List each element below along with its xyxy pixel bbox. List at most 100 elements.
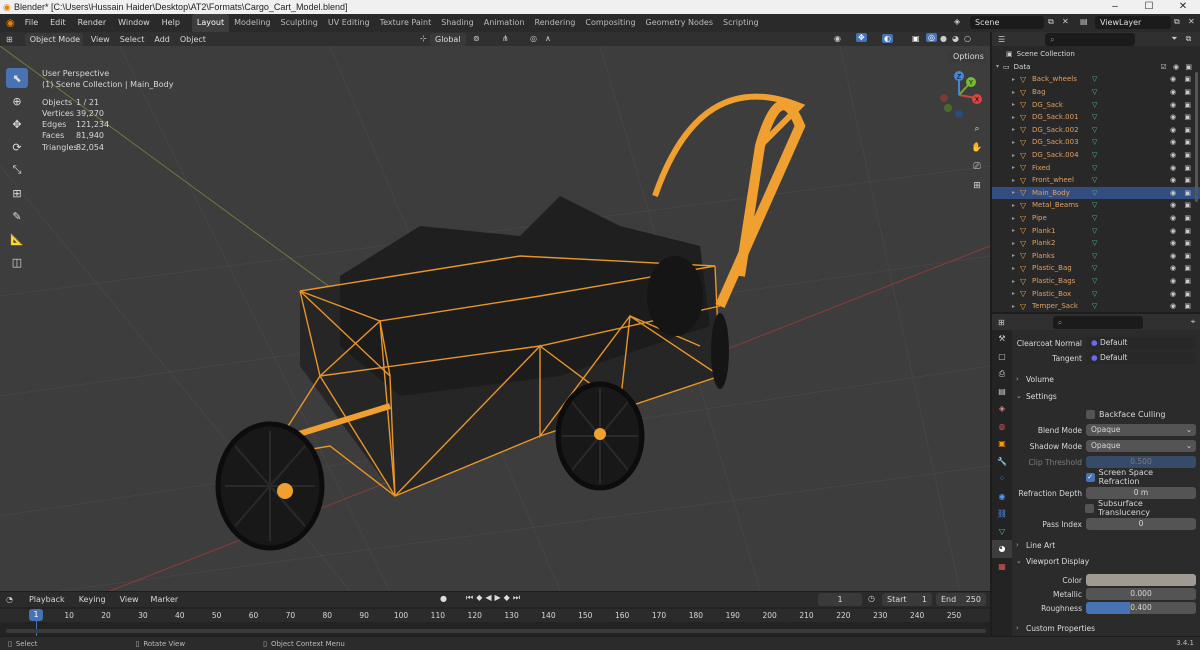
viewport-options-button[interactable]: Options bbox=[948, 50, 986, 63]
pivot-point-icon[interactable]: ⊚ bbox=[473, 34, 480, 43]
expand-arrow-icon[interactable]: ▸ bbox=[1012, 215, 1020, 222]
play-reverse-icon[interactable]: ◀ bbox=[485, 593, 491, 603]
scale-tool[interactable]: ⤡ bbox=[6, 160, 28, 180]
rotate-tool[interactable]: ⟳ bbox=[6, 137, 28, 157]
expand-arrow-icon[interactable]: ▸ bbox=[1012, 139, 1020, 146]
viewport-menu-object[interactable]: Object bbox=[180, 35, 206, 44]
camera-view-icon[interactable]: ⎚ bbox=[970, 160, 984, 174]
tab-uv-editing[interactable]: UV Editing bbox=[323, 14, 375, 32]
visibility-icons[interactable]: ◉ ▣ bbox=[1170, 151, 1194, 159]
refraction-depth-field[interactable]: 0 m bbox=[1086, 487, 1196, 499]
jump-end-icon[interactable]: ⏭ bbox=[513, 593, 520, 603]
outliner-item[interactable]: ▸ ▽ Front_wheel ▽ ◉ ▣ bbox=[992, 174, 1200, 187]
expand-arrow-icon[interactable]: ▸ bbox=[1012, 177, 1020, 184]
outliner-item[interactable]: ▸ ▽ Plastic_Box ▽ ◉ ▣ bbox=[992, 287, 1200, 300]
cursor-tool[interactable]: ⊕ bbox=[6, 91, 28, 111]
wireframe-shading-icon[interactable]: ◎ bbox=[926, 33, 937, 42]
subsurface-translucency-row[interactable]: Subsurface Translucency bbox=[1016, 499, 1196, 517]
prev-keyframe-icon[interactable]: ◆ bbox=[476, 593, 482, 603]
clearcoat-normal-field[interactable]: ● Default bbox=[1086, 337, 1196, 349]
outliner-editor-icon[interactable]: ☰ bbox=[998, 35, 1005, 44]
outliner-item[interactable]: ▸ ▽ Bag ▽ ◉ ▣ bbox=[992, 86, 1200, 99]
visibility-icons[interactable]: ◉ ▣ bbox=[1170, 101, 1194, 109]
outliner-item[interactable]: ▸ ▽ Fixed ▽ ◉ ▣ bbox=[992, 161, 1200, 174]
annotate-tool[interactable]: ✎ bbox=[6, 206, 28, 226]
expand-arrow-icon[interactable]: ▸ bbox=[1012, 240, 1020, 247]
material-shading-icon[interactable]: ◕ bbox=[952, 34, 959, 43]
outliner-item[interactable]: ▸ ▽ Planks ▽ ◉ ▣ bbox=[992, 250, 1200, 263]
expand-arrow-icon[interactable]: ▸ bbox=[1012, 290, 1020, 297]
expand-arrow-icon[interactable]: ▾ bbox=[996, 63, 999, 70]
maximize-button[interactable]: ☐ bbox=[1132, 0, 1166, 14]
pan-hand-icon[interactable]: ✋ bbox=[970, 141, 984, 155]
view-layer-selector[interactable]: ViewLayer bbox=[1095, 16, 1171, 29]
settings-section[interactable]: ⌄ Settings bbox=[1016, 389, 1194, 403]
scene-selector[interactable]: Scene bbox=[970, 16, 1044, 29]
expand-arrow-icon[interactable]: ▸ bbox=[1012, 101, 1020, 108]
timeline-menu-keying[interactable]: Keying bbox=[79, 595, 106, 604]
expand-arrow-icon[interactable]: ▸ bbox=[1012, 303, 1020, 310]
blender-menu-icon[interactable]: ◉ bbox=[6, 18, 15, 29]
current-frame-field[interactable]: 1 bbox=[818, 593, 862, 606]
record-icon[interactable]: ● bbox=[440, 594, 447, 603]
screen-space-refraction-row[interactable]: ✓ Screen Space Refraction bbox=[1016, 468, 1196, 486]
volume-section[interactable]: › Volume bbox=[1016, 372, 1194, 386]
outliner-item[interactable]: ▸ ▽ Plank2 ▽ ◉ ▣ bbox=[992, 237, 1200, 250]
menu-window[interactable]: Window bbox=[112, 14, 156, 32]
outliner-item[interactable]: ▸ ▽ DG_Sack.002 ▽ ◉ ▣ bbox=[992, 124, 1200, 137]
visibility-icons[interactable]: ◉ ▣ bbox=[1170, 264, 1194, 272]
timeline-menu-marker[interactable]: Marker bbox=[151, 595, 179, 604]
tab-animation[interactable]: Animation bbox=[479, 14, 530, 32]
jump-start-icon[interactable]: ⏮ bbox=[466, 593, 473, 603]
custom-properties-section[interactable]: › Custom Properties bbox=[1016, 621, 1194, 635]
outliner-item[interactable]: ▸ ▽ Plastic_Bag ▽ ◉ ▣ bbox=[992, 262, 1200, 275]
editor-type-icon[interactable]: ⊞ bbox=[6, 35, 13, 44]
mode-selector[interactable]: Object Mode bbox=[24, 32, 83, 46]
tab-rendering[interactable]: Rendering bbox=[530, 14, 581, 32]
solid-shading-icon[interactable]: ● bbox=[940, 34, 947, 43]
end-frame-field[interactable]: End 250 bbox=[936, 593, 986, 606]
tab-texture-paint[interactable]: Texture Paint bbox=[375, 14, 437, 32]
next-keyframe-icon[interactable]: ◆ bbox=[504, 593, 510, 603]
visibility-icons[interactable]: ◉ ▣ bbox=[1170, 239, 1194, 247]
expand-arrow-icon[interactable]: ▸ bbox=[1012, 89, 1020, 96]
outliner-item[interactable]: ▸ ▽ Temper_Sack ▽ ◉ ▣ bbox=[992, 300, 1200, 313]
visibility-icons[interactable]: ◉ ▣ bbox=[1170, 214, 1194, 222]
outliner-item[interactable]: ▸ ▽ DG_Sack ▽ ◉ ▣ bbox=[992, 98, 1200, 111]
visibility-icons[interactable]: ◉ ▣ bbox=[1170, 113, 1194, 121]
minimize-button[interactable]: – bbox=[1098, 0, 1132, 14]
proportional-edit-icon[interactable]: ◎ bbox=[530, 34, 537, 43]
visibility-icons[interactable]: ◉ ▣ bbox=[1170, 176, 1194, 184]
new-scene-icon[interactable]: ⧉ bbox=[1048, 17, 1054, 27]
expand-arrow-icon[interactable]: ▸ bbox=[1012, 164, 1020, 171]
pin-icon[interactable]: ⌖ bbox=[1191, 317, 1196, 327]
outliner-collection-data[interactable]: ▾ ▭ Data ☑ ◉ ▣ bbox=[992, 61, 1200, 74]
visibility-icons[interactable]: ◉ ▣ bbox=[1170, 126, 1194, 134]
metallic-slider[interactable]: 0.000 bbox=[1086, 588, 1196, 600]
viewport-display-section[interactable]: ⌄ Viewport Display bbox=[1016, 554, 1194, 568]
zoom-icon[interactable]: ⌕ bbox=[970, 122, 984, 136]
visibility-icons[interactable]: ◉ ▣ bbox=[1170, 302, 1194, 310]
outliner-item[interactable]: ▸ ▽ DG_Sack.003 ▽ ◉ ▣ bbox=[992, 136, 1200, 149]
outliner-item[interactable]: ▸ ▽ Pipe ▽ ◉ ▣ bbox=[992, 212, 1200, 225]
tab-modeling[interactable]: Modeling bbox=[229, 14, 275, 32]
expand-arrow-icon[interactable]: ▸ bbox=[1012, 189, 1020, 196]
backface-culling-row[interactable]: Backface Culling bbox=[1016, 407, 1196, 421]
new-collection-icon[interactable]: ⧉ bbox=[1186, 34, 1192, 44]
color-swatch[interactable] bbox=[1086, 574, 1196, 586]
rendered-shading-icon[interactable]: ○ bbox=[964, 34, 971, 43]
tab-shading[interactable]: Shading bbox=[436, 14, 479, 32]
viewport-menu-select[interactable]: Select bbox=[120, 35, 145, 44]
tab-material-icon[interactable]: ◕ bbox=[992, 540, 1012, 558]
visibility-icons[interactable]: ◉ ▣ bbox=[1170, 277, 1194, 285]
outliner-item[interactable]: ▸ ▽ Main_Body ▽ ◉ ▣ bbox=[992, 186, 1200, 200]
menu-help[interactable]: Help bbox=[156, 14, 186, 32]
expand-arrow-icon[interactable]: ▸ bbox=[1012, 126, 1020, 133]
collection-visibility-icons[interactable]: ☑ ◉ ▣ bbox=[1161, 63, 1194, 71]
visibility-icon[interactable]: ◉ bbox=[834, 34, 841, 43]
tab-data-icon[interactable]: ▽ bbox=[992, 523, 1012, 541]
roughness-slider[interactable]: 0.400 bbox=[1086, 602, 1196, 614]
tab-sculpting[interactable]: Sculpting bbox=[276, 14, 323, 32]
outliner-item[interactable]: ▸ ▽ Metal_Beams ▽ ◉ ▣ bbox=[992, 199, 1200, 212]
falloff-icon[interactable]: ∧ bbox=[545, 34, 551, 43]
